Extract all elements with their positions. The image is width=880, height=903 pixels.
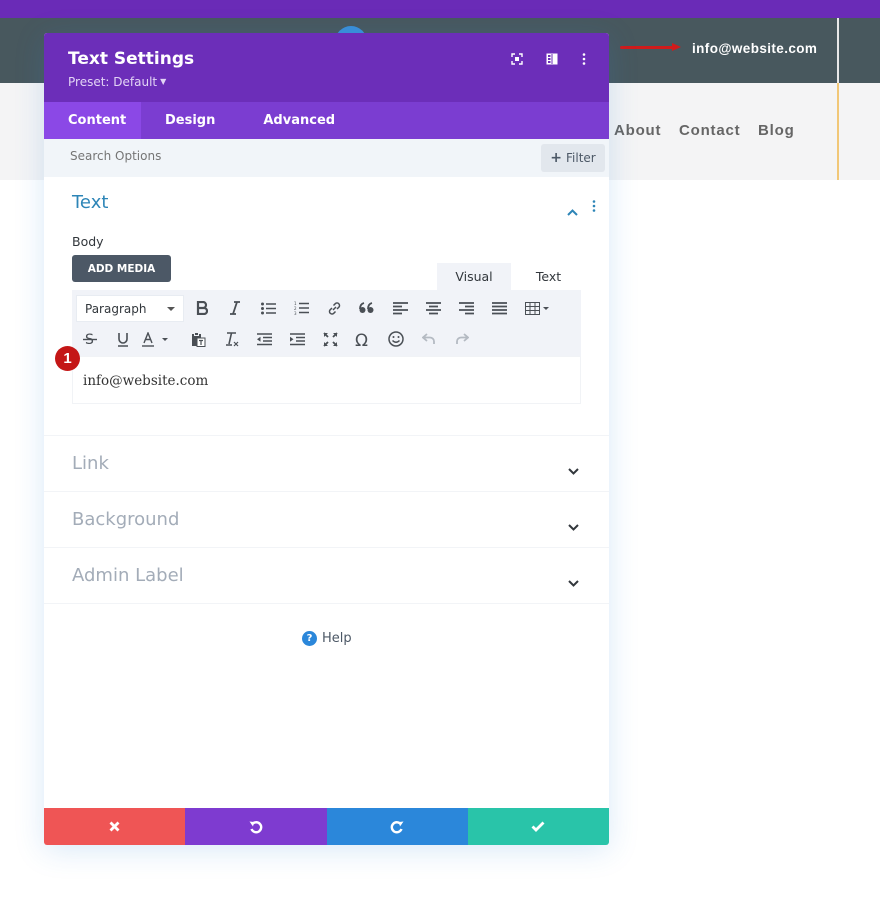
- editor-tab-text[interactable]: Text: [516, 263, 581, 290]
- text-settings-modal: Text Settings Preset: Default ▼ Content D…: [44, 33, 609, 845]
- section-more-icon[interactable]: [592, 197, 596, 216]
- underline-icon[interactable]: [111, 327, 135, 351]
- section-background[interactable]: Background: [44, 491, 609, 547]
- caret-down-icon: [167, 307, 175, 311]
- help-link[interactable]: ? Help: [302, 631, 352, 646]
- chevron-down-icon: [568, 460, 579, 479]
- preset-label: Preset: Default: [68, 75, 158, 89]
- align-right-icon[interactable]: [454, 296, 478, 320]
- checkmark-icon: [531, 821, 545, 832]
- add-media-button[interactable]: ADD MEDIA: [72, 255, 171, 282]
- nav-link-about[interactable]: About: [614, 122, 661, 139]
- builder-top-bar: [0, 0, 880, 18]
- tab-advanced[interactable]: Advanced: [239, 102, 359, 139]
- body-label: Body: [72, 234, 104, 249]
- paste-as-text-icon[interactable]: [186, 327, 210, 351]
- help-icon: ?: [302, 631, 317, 646]
- numbered-list-icon[interactable]: 123: [289, 296, 313, 320]
- annotation-badge: 1: [55, 346, 80, 371]
- link-icon[interactable]: [322, 296, 346, 320]
- site-header-email[interactable]: info@website.com: [692, 41, 817, 56]
- editor-tab-visual[interactable]: Visual: [437, 263, 511, 290]
- nav-link-contact[interactable]: Contact: [679, 122, 740, 139]
- modal-tabs: Content Design Advanced: [44, 102, 609, 139]
- text-section-title[interactable]: Text: [72, 192, 108, 213]
- plus-icon: +: [550, 150, 562, 166]
- bold-icon[interactable]: [190, 296, 214, 320]
- editor-content[interactable]: info@website.com: [83, 373, 208, 389]
- arrow-line: [620, 46, 674, 49]
- close-icon: [109, 821, 120, 832]
- align-left-icon[interactable]: [388, 296, 412, 320]
- divider: [44, 603, 609, 604]
- caret-down-icon: ▼: [160, 77, 167, 86]
- special-character-icon[interactable]: Ω: [351, 327, 375, 351]
- section-link-title: Link: [72, 453, 109, 474]
- section-admin-label-title: Admin Label: [72, 565, 184, 586]
- text-color-icon[interactable]: [140, 327, 174, 351]
- help-label: Help: [322, 631, 352, 646]
- outdent-icon[interactable]: [252, 327, 276, 351]
- chevron-down-icon: [568, 572, 579, 591]
- svg-text:Ω: Ω: [355, 332, 368, 347]
- format-select[interactable]: Paragraph: [76, 295, 184, 322]
- svg-text:3: 3: [294, 311, 297, 315]
- format-select-value: Paragraph: [85, 301, 147, 316]
- align-justify-icon[interactable]: [487, 296, 511, 320]
- undo-icon[interactable]: [417, 327, 441, 351]
- more-options-icon[interactable]: [576, 51, 592, 67]
- editor-toolbar: Paragraph 123 S: [72, 290, 581, 356]
- filter-button[interactable]: + Filter: [541, 144, 605, 172]
- emoji-icon[interactable]: [384, 327, 408, 351]
- search-row: + Filter: [44, 139, 609, 177]
- cancel-button[interactable]: [44, 808, 186, 845]
- filter-label: Filter: [566, 151, 596, 165]
- section-link[interactable]: Link: [44, 435, 609, 491]
- body-editor[interactable]: info@website.com: [72, 356, 581, 404]
- align-center-icon[interactable]: [421, 296, 445, 320]
- preset-dropdown[interactable]: Preset: Default ▼: [68, 75, 166, 89]
- column-divider-highlight: [837, 83, 839, 180]
- modal-header[interactable]: Text Settings Preset: Default ▼: [44, 33, 609, 102]
- redo-icon[interactable]: [450, 327, 474, 351]
- modal-footer: [44, 808, 609, 845]
- section-admin-label[interactable]: Admin Label: [44, 547, 609, 603]
- clear-formatting-icon[interactable]: [219, 327, 243, 351]
- expand-icon[interactable]: [509, 51, 525, 67]
- save-button[interactable]: [467, 808, 609, 845]
- search-options-input[interactable]: [70, 149, 470, 163]
- blockquote-icon[interactable]: [355, 296, 379, 320]
- modal-title: Text Settings: [68, 49, 195, 69]
- italic-icon[interactable]: [223, 296, 247, 320]
- redo-button[interactable]: [326, 808, 468, 845]
- arrow-head: [672, 43, 681, 51]
- fullscreen-icon[interactable]: [318, 327, 342, 351]
- split-view-icon[interactable]: [544, 51, 560, 67]
- chevron-down-icon: [568, 516, 579, 535]
- tab-design[interactable]: Design: [141, 102, 239, 139]
- tab-content[interactable]: Content: [44, 102, 141, 139]
- undo-button[interactable]: [185, 808, 327, 845]
- column-divider: [837, 18, 839, 83]
- annotation-arrow-icon: [620, 43, 682, 51]
- strikethrough-icon[interactable]: S: [78, 327, 102, 351]
- table-icon[interactable]: [522, 296, 554, 320]
- section-background-title: Background: [72, 509, 180, 530]
- undo-icon: [249, 820, 263, 833]
- page: info@website.com About Contact Blog Text…: [0, 0, 880, 903]
- indent-icon[interactable]: [285, 327, 309, 351]
- bullet-list-icon[interactable]: [256, 296, 280, 320]
- nav-link-blog[interactable]: Blog: [758, 122, 795, 139]
- chevron-up-icon[interactable]: [567, 201, 578, 220]
- redo-icon: [390, 820, 404, 833]
